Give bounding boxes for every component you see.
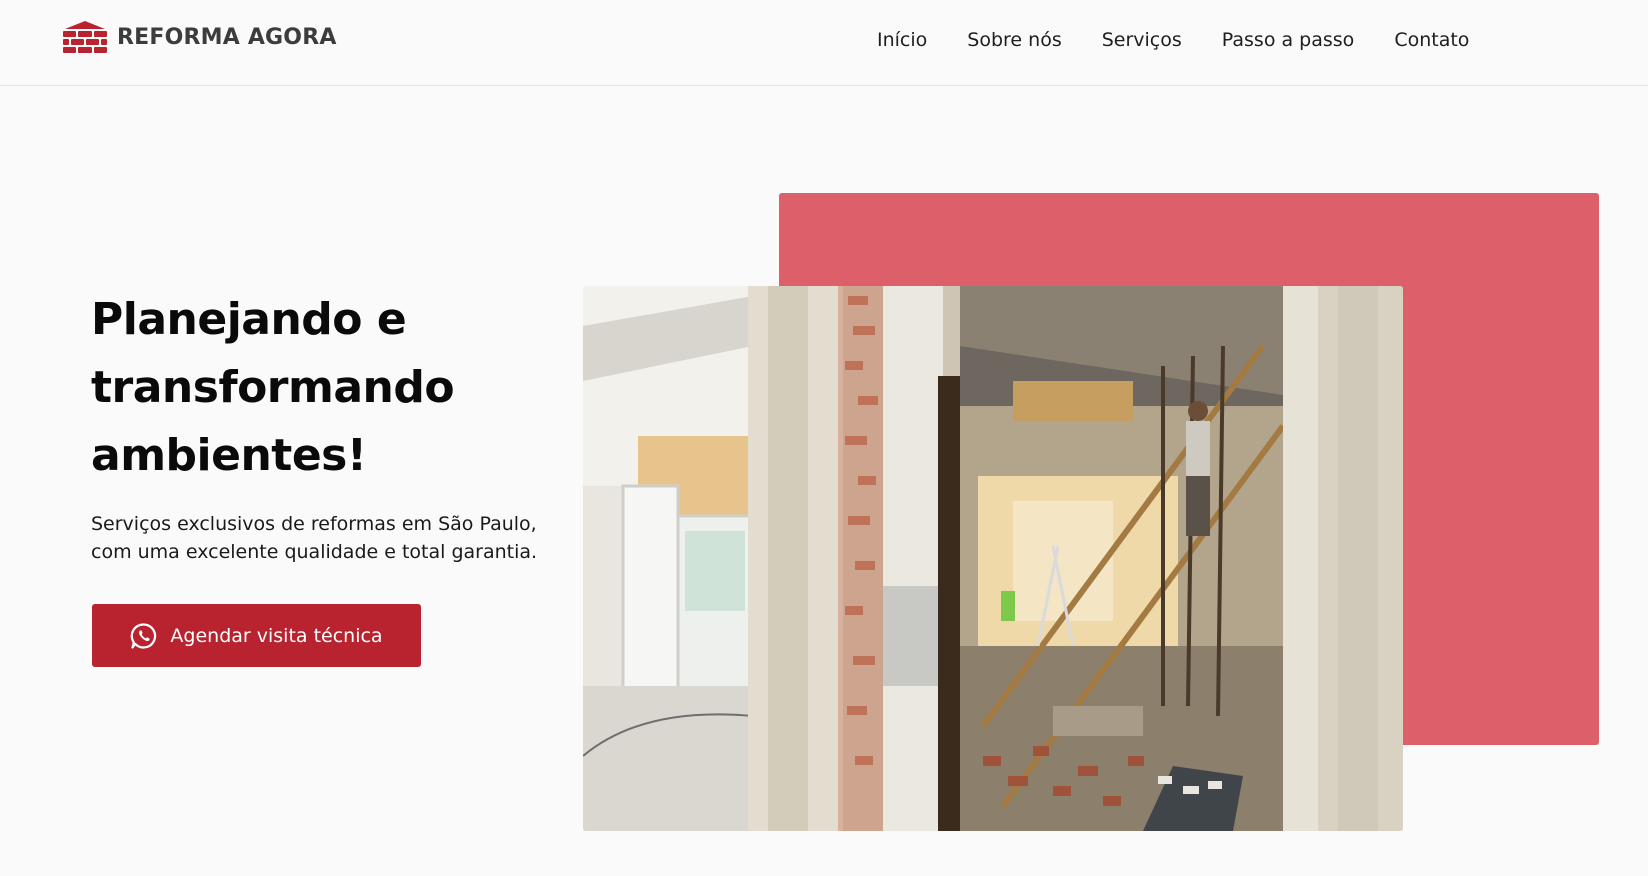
- nav-item-inicio: Início: [877, 29, 927, 51]
- renovation-photo-illustration: [583, 286, 1403, 831]
- nav-item-sobre-nos: Sobre nós: [967, 29, 1061, 51]
- nav-item-servicos: Serviços: [1102, 29, 1182, 51]
- nav-item-passo-a-passo: Passo a passo: [1222, 29, 1355, 51]
- whatsapp-icon: [131, 622, 157, 649]
- renovation-photo: [583, 286, 1403, 831]
- main-nav: Início Sobre nós Serviços Passo a passo …: [877, 29, 1469, 51]
- nav-link-sobre-nos[interactable]: Sobre nós: [967, 29, 1061, 51]
- nav-link-servicos[interactable]: Serviços: [1102, 29, 1182, 51]
- hero-title: Planejando e transformando ambientes!: [91, 294, 455, 481]
- brand-logo[interactable]: REFORMA AGORA: [61, 20, 337, 56]
- nav-link-contato[interactable]: Contato: [1394, 29, 1469, 51]
- site-header: REFORMA AGORA Início Sobre nós Serviços …: [0, 0, 1648, 86]
- schedule-visit-button[interactable]: Agendar visita técnica: [92, 604, 421, 667]
- nav-link-inicio[interactable]: Início: [877, 29, 927, 51]
- brand-name: REFORMA AGORA: [117, 25, 337, 50]
- schedule-visit-label: Agendar visita técnica: [170, 624, 383, 647]
- nav-link-passo-a-passo[interactable]: Passo a passo: [1222, 29, 1355, 51]
- hero-subtitle: Serviços exclusivos de reformas em São P…: [91, 513, 538, 563]
- nav-item-contato: Contato: [1394, 29, 1469, 51]
- brick-wall-icon: [63, 21, 107, 53]
